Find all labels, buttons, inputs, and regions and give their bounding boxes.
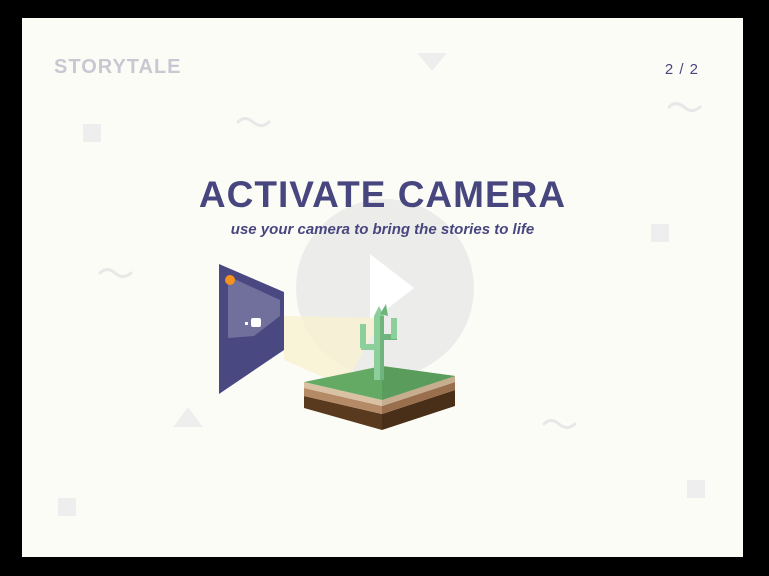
camera-flash-dot [225,275,235,285]
page-title: ACTIVATE CAMERA [198,174,567,215]
app-screen: STORYTALE 2 / 2 ACTIVATE CAMERA use your… [22,18,743,557]
page-subtitle: use your camera to bring the stories to … [230,221,535,238]
phone-camera-lens [251,318,261,327]
